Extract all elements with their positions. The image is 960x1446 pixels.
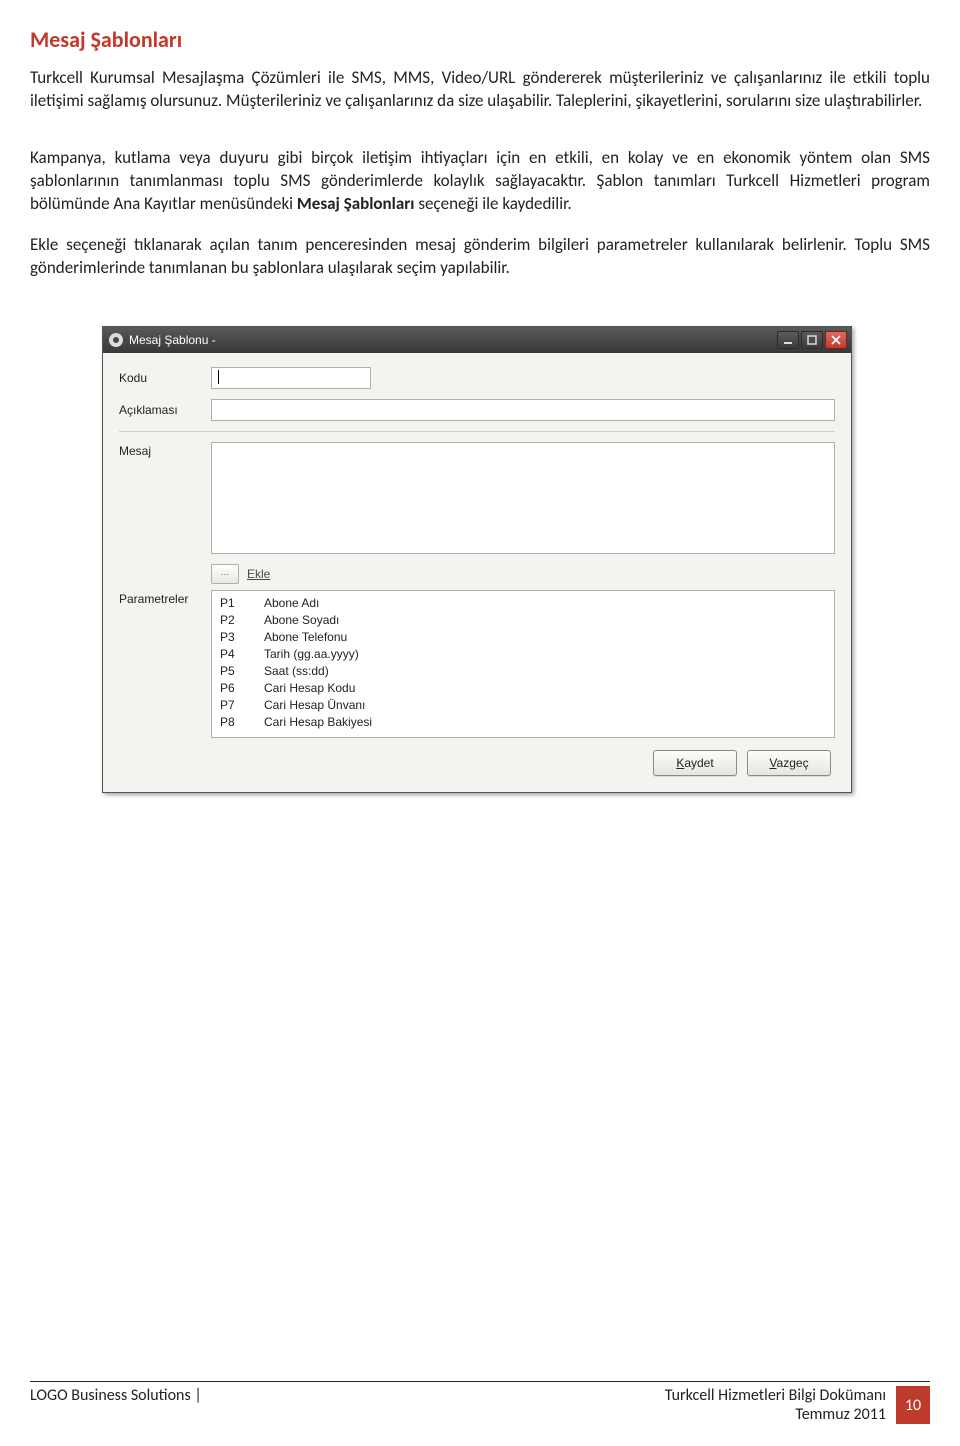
maximize-button[interactable] [801, 331, 823, 349]
close-button[interactable] [825, 331, 847, 349]
list-item[interactable]: P1Abone Adı [220, 595, 826, 612]
label-kodu: Kodu [119, 371, 211, 385]
cancel-button-rest: azgeç [777, 756, 809, 770]
list-item[interactable]: P6Cari Hesap Kodu [220, 680, 826, 697]
footer-rule [30, 1381, 930, 1382]
dialog-titlebar[interactable]: Mesaj Şablonu - [103, 327, 851, 353]
paragraph-1: Turkcell Kurumsal Mesajlaşma Çözümleri i… [30, 67, 930, 113]
paragraph-2-bold: Mesaj Şablonları [297, 193, 415, 214]
separator [119, 431, 835, 432]
list-item[interactable]: P5Saat (ss:dd) [220, 663, 826, 680]
list-item[interactable]: P8Cari Hesap Bakiyesi [220, 714, 826, 731]
text-caret [218, 370, 219, 384]
parameter-listbox[interactable]: P1Abone Adı P2Abone Soyadı P3Abone Telef… [211, 590, 835, 738]
label-aciklamasi: Açıklaması [119, 403, 211, 417]
aciklamasi-input[interactable] [211, 399, 835, 421]
page-number: 10 [896, 1386, 930, 1424]
ekle-link[interactable]: Ekle [247, 567, 270, 581]
list-item[interactable]: P7Cari Hesap Ünvanı [220, 697, 826, 714]
message-template-dialog: Mesaj Şablonu - Kodu Açıklaması [102, 326, 852, 793]
footer-right-2: Temmuz 2011 [665, 1405, 886, 1424]
paragraph-2b: seçeneği ile kaydedilir. [414, 193, 571, 214]
label-mesaj: Mesaj [119, 442, 211, 554]
paragraph-3: Ekle seçeneği tıklanarak açılan tanım pe… [30, 234, 930, 280]
list-item[interactable]: P3Abone Telefonu [220, 629, 826, 646]
ekle-picker-button[interactable]: ··· [211, 564, 239, 584]
kodu-input[interactable] [211, 367, 371, 389]
paragraph-2: Kampanya, kutlama veya duyuru gibi birço… [30, 147, 930, 216]
minimize-button[interactable] [777, 331, 799, 349]
list-item[interactable]: P4Tarih (gg.aa.yyyy) [220, 646, 826, 663]
dialog-title: Mesaj Şablonu - [129, 333, 216, 347]
footer-left: LOGO Business Solutions | [30, 1386, 665, 1424]
list-item[interactable]: P2Abone Soyadı [220, 612, 826, 629]
footer-right-1: Turkcell Hizmetleri Bilgi Dokümanı [665, 1386, 886, 1405]
mesaj-textarea[interactable] [211, 442, 835, 554]
section-heading: Mesaj Şablonları [30, 26, 930, 53]
label-parametreler: Parametreler [119, 590, 211, 738]
app-icon [109, 333, 123, 347]
save-button[interactable]: Kaydet [653, 750, 737, 776]
save-button-rest: aydet [684, 756, 713, 770]
cancel-button[interactable]: Vazgeç [747, 750, 831, 776]
